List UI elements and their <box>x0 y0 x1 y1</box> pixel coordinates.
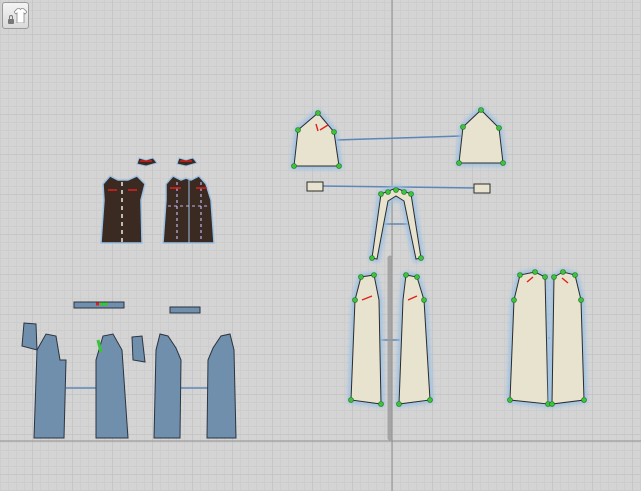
garment-dark-front[interactable] <box>100 175 146 244</box>
garment-blue-sleeve-right <box>131 335 146 363</box>
pattern-workspace[interactable] <box>0 0 641 491</box>
garment-dark-collar-left[interactable] <box>136 157 158 167</box>
garment-blue-front-left <box>33 333 67 439</box>
garment-dark-collar-right[interactable] <box>176 157 198 167</box>
pattern-piece-sleeve-cap-left[interactable] <box>290 108 343 169</box>
pattern-canvas[interactable] <box>0 0 641 491</box>
pattern-piece-tab-right[interactable] <box>473 183 491 194</box>
garment-blue-band-right <box>169 306 201 314</box>
garment-lock-tool-button[interactable] <box>2 2 29 29</box>
garment-blue-back-left <box>153 333 182 439</box>
garment-dark-back[interactable] <box>162 175 215 244</box>
pattern-piece-back-left[interactable] <box>506 268 552 408</box>
pattern-piece-back-right[interactable] <box>548 268 588 408</box>
pattern-piece-sleeve-cap-right[interactable] <box>455 105 507 166</box>
pattern-piece-front-left[interactable] <box>347 271 385 408</box>
pattern-piece-front-right[interactable] <box>395 271 434 408</box>
lock-icon <box>8 15 14 24</box>
garment-blue-back-right <box>206 333 237 439</box>
pattern-piece-tab-left[interactable] <box>306 181 324 192</box>
garment-blue-sleeve-left <box>21 322 38 351</box>
garment-blue-pieces[interactable] <box>21 301 237 439</box>
shirt-icon <box>14 8 27 23</box>
